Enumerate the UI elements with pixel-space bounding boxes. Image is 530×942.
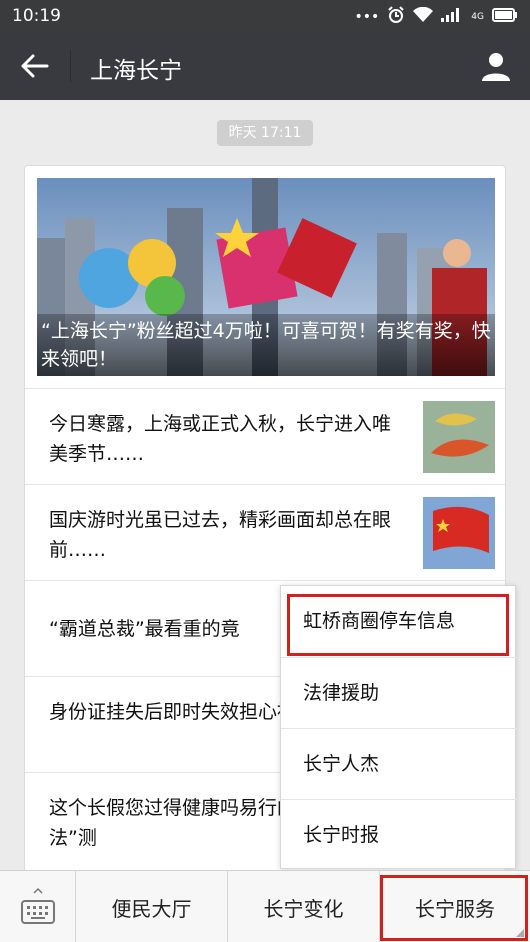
wifi-icon <box>413 6 434 27</box>
bottom-menu-bar: 便民大厅 长宁变化 长宁服务 <box>0 870 530 942</box>
menu-label: 便民大厅 <box>111 896 192 921</box>
keyboard-icon <box>20 887 55 924</box>
battery-icon <box>492 8 518 26</box>
submenu-item-times[interactable]: 长宁时报 <box>281 800 517 870</box>
article-title: 国庆游时光虽已过去，精彩画面却总在眼前…… <box>49 509 392 561</box>
status-bar: 10:19 ••• 4G <box>0 0 530 32</box>
article-title: 今日寒露，上海或正式入秋，长宁进入唯美季节…… <box>49 413 392 465</box>
submenu-item-legal-aid[interactable]: 法律援助 <box>281 658 517 728</box>
article-item[interactable]: 今日寒露，上海或正式入秋，长宁进入唯美季节…… <box>25 388 505 484</box>
article-item[interactable]: 国庆游时光虽已过去，精彩画面却总在眼前…… <box>25 484 505 580</box>
network-type: 4G <box>471 11 484 22</box>
back-arrow-icon <box>21 54 49 78</box>
menu-button-service-hall[interactable]: 便民大厅 <box>76 871 228 942</box>
nav-bar: 上海长宁 <box>0 32 530 100</box>
back-button[interactable] <box>14 46 56 86</box>
highlight-box <box>287 594 509 656</box>
page-title: 上海长宁 <box>90 58 182 84</box>
banner-caption: “上海长宁”粉丝超过4万啦！可喜可贺！有奖有奖，快来领吧！ <box>37 314 495 376</box>
flag-thumbnail <box>423 497 495 569</box>
nav-divider <box>70 50 71 82</box>
submenu-label: 长宁时报 <box>303 824 380 846</box>
status-time: 10:19 <box>12 6 61 26</box>
person-icon <box>482 53 510 81</box>
submenu-label: 长宁人杰 <box>303 753 380 775</box>
submenu-label: 法律援助 <box>303 682 380 704</box>
service-submenu: 虹桥商圈停车信息 法律援助 长宁人杰 长宁时报 <box>280 585 517 870</box>
autumn-leaf-thumbnail <box>423 401 495 473</box>
highlight-box <box>380 875 528 941</box>
message-timestamp: 昨天 17:11 <box>217 120 313 146</box>
menu-label: 长宁变化 <box>263 896 344 921</box>
submenu-item-talents[interactable]: 长宁人杰 <box>281 729 517 799</box>
status-icons: ••• 4G <box>355 6 518 28</box>
menu-button-changes[interactable]: 长宁变化 <box>228 871 380 942</box>
keyboard-toggle-button[interactable] <box>0 871 76 942</box>
banner-article[interactable]: “上海长宁”粉丝超过4万啦！可喜可贺！有奖有奖，快来领吧！ <box>37 178 495 376</box>
alarm-icon <box>387 6 405 28</box>
profile-button[interactable] <box>476 46 516 86</box>
more-icon: ••• <box>354 9 380 25</box>
signal-icon <box>441 8 463 26</box>
